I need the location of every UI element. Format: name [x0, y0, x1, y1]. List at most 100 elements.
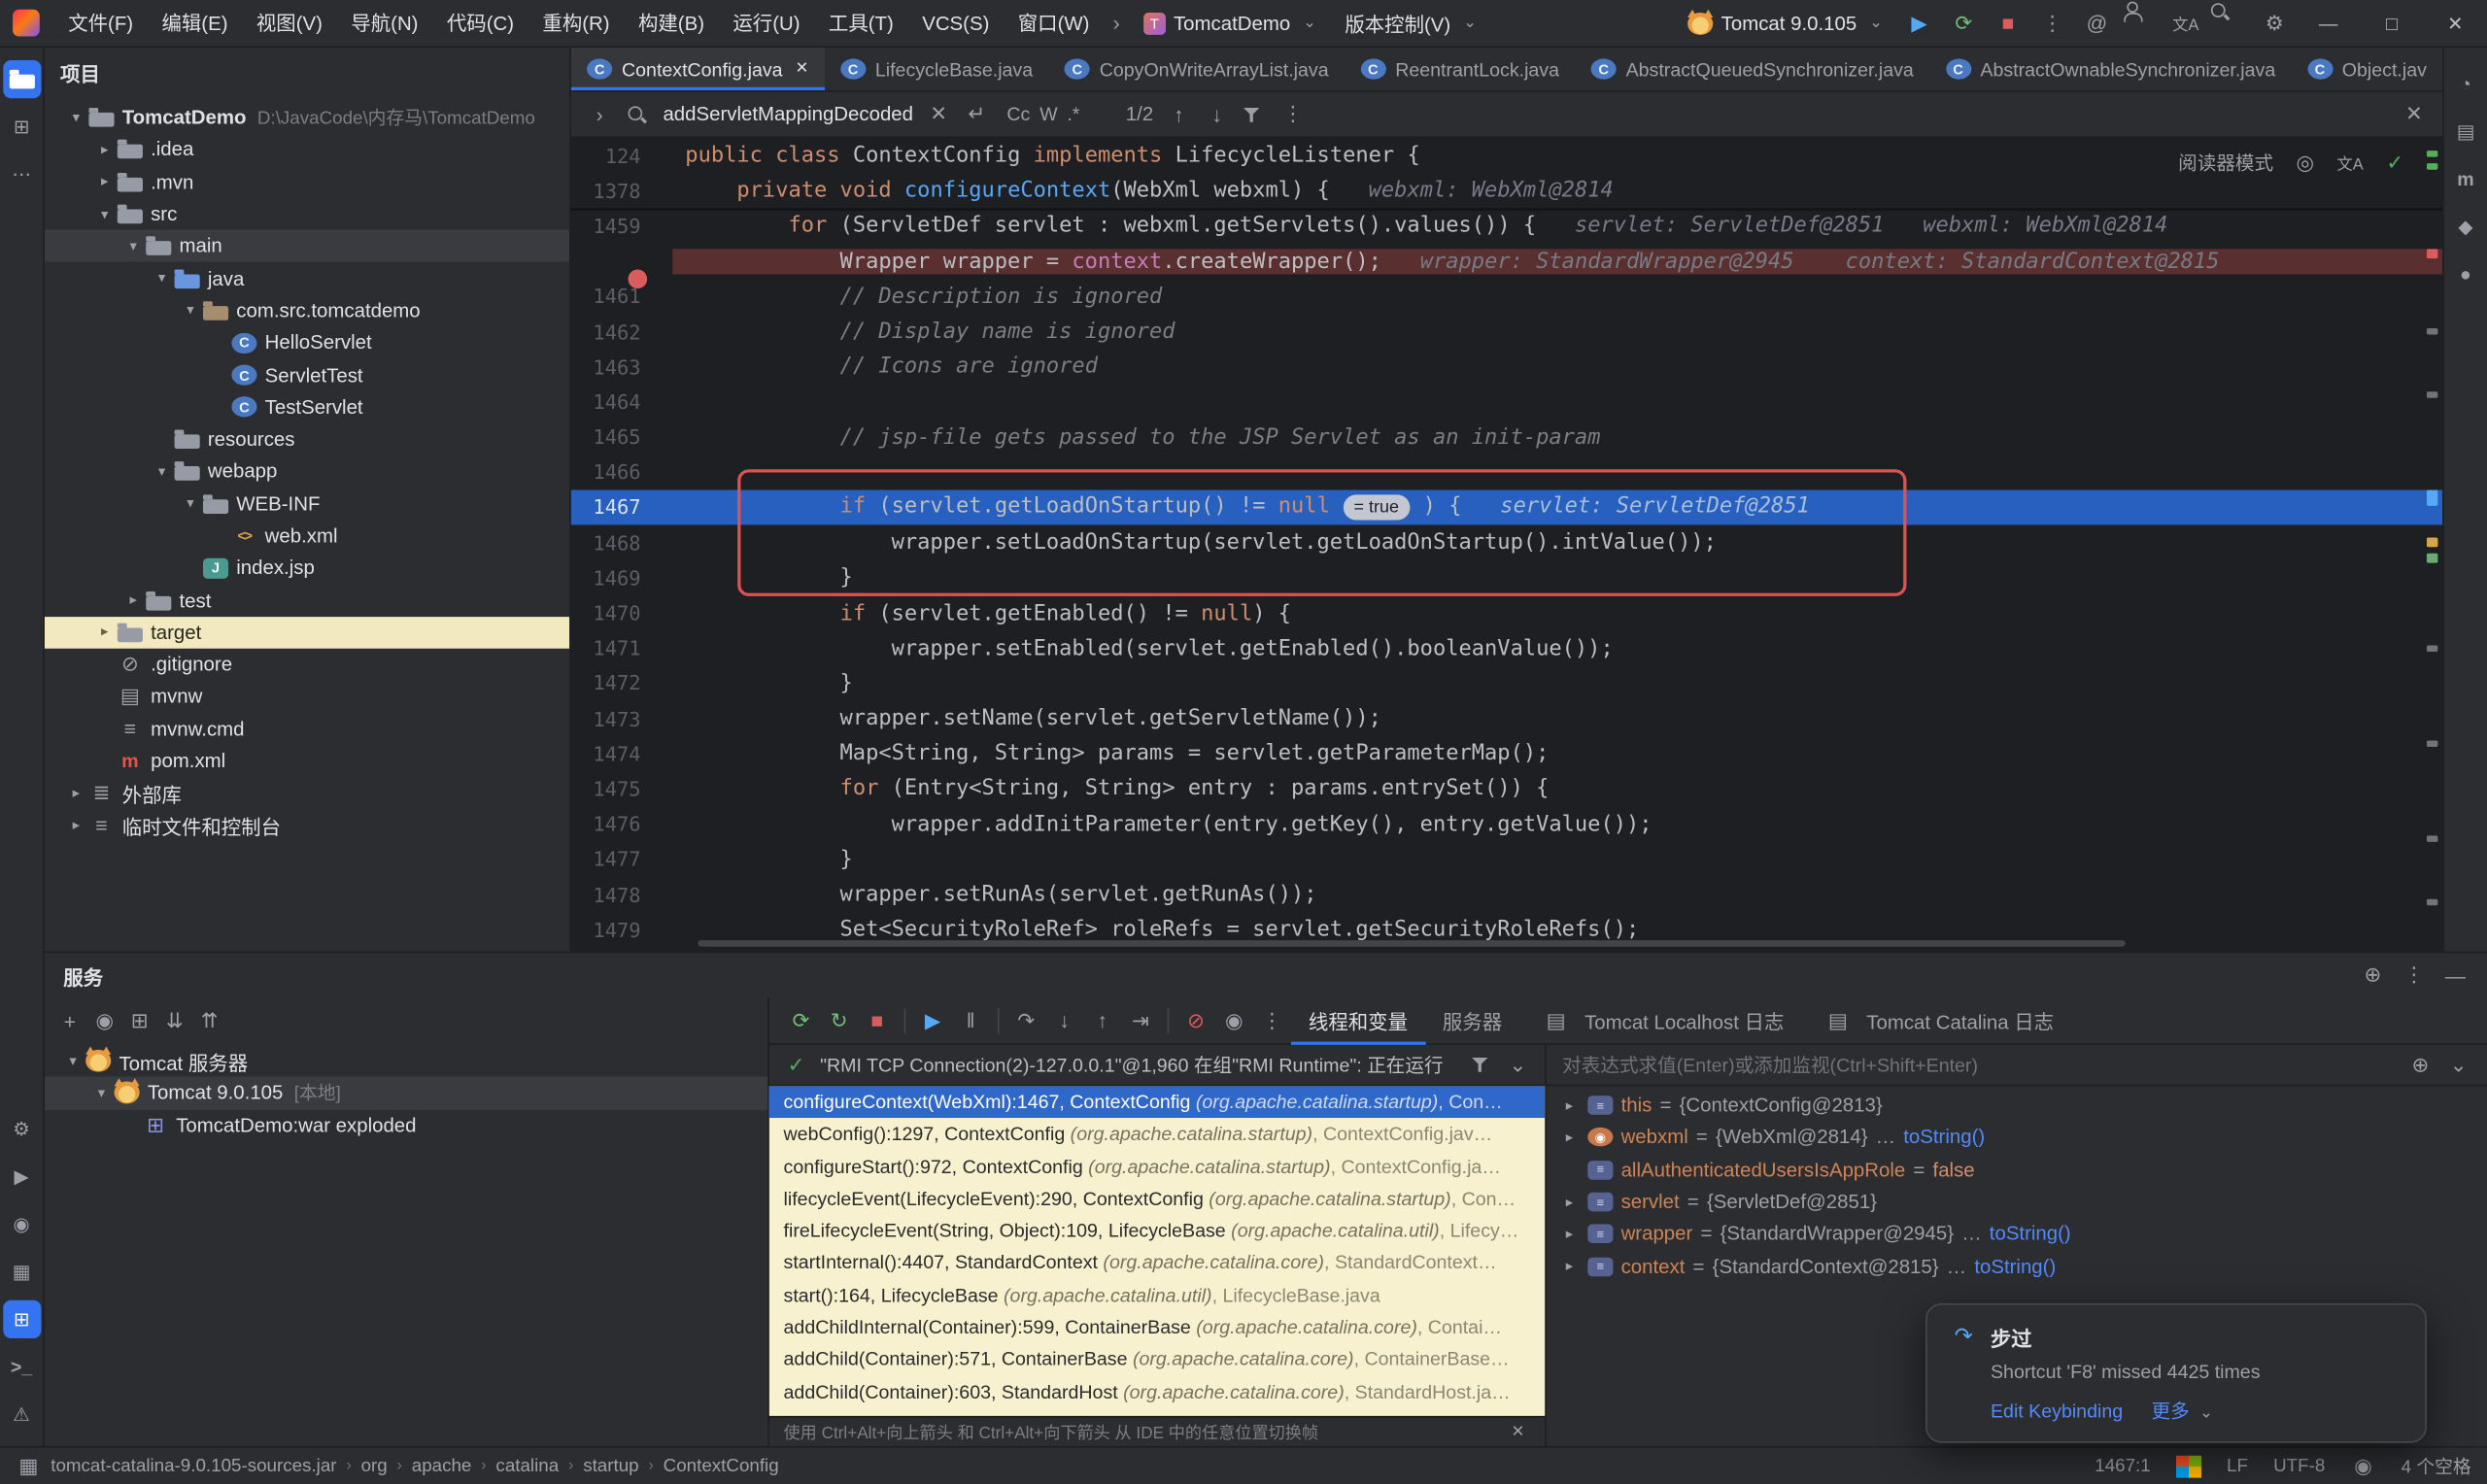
chevron-right-icon[interactable]: ▸ — [1559, 1258, 1580, 1275]
newline-icon[interactable]: ↵ — [964, 101, 989, 126]
step-over-button[interactable]: ↷ — [1007, 1001, 1045, 1039]
code-line[interactable]: 1469 } — [571, 560, 2443, 595]
project-panel-header[interactable]: 项目 — [45, 48, 569, 95]
hide-icon[interactable]: — — [2442, 962, 2468, 988]
chevron-down-icon[interactable]: ⌄ — [2446, 1052, 2471, 1077]
line-number[interactable]: 1467 — [571, 495, 672, 519]
rerun-button[interactable]: ⟳ — [782, 1001, 820, 1039]
chevron-down-icon[interactable]: ▾ — [92, 205, 118, 222]
search-input[interactable]: addServletMappingDecoded — [663, 103, 913, 125]
more-vertical-icon[interactable]: ⋮ — [2030, 0, 2075, 47]
tree-item[interactable]: ▸ ≣ 外部库 — [45, 777, 569, 809]
variable-row[interactable]: ▸ ≡ servlet = {ServletDef@2851} — [1547, 1186, 2487, 1218]
code-line[interactable]: 1467 if (servlet.getLoadOnStartup() != n… — [570, 489, 2443, 525]
breadcrumb-item[interactable]: startup — [583, 1457, 638, 1476]
debug-icon[interactable]: ◉ — [2, 1205, 40, 1243]
menu-item[interactable]: 编辑(E) — [148, 12, 242, 34]
menu-item[interactable]: 窗口(W) — [1004, 12, 1104, 34]
line-number[interactable]: 1473 — [571, 706, 672, 729]
update-app-button[interactable]: ↻ — [820, 1001, 858, 1039]
line-number[interactable]: 1472 — [571, 671, 672, 694]
tree-item[interactable]: ▸ .idea — [45, 134, 569, 166]
user-icon[interactable] — [2119, 0, 2163, 47]
editor-tab[interactable]: C CopyOnWriteArrayList.java — [1048, 48, 1344, 90]
stop-button[interactable]: ■ — [1986, 0, 2030, 47]
tree-item[interactable]: ▾ Tomcat 服务器 — [45, 1045, 767, 1077]
search-toggle[interactable]: Cc — [1002, 101, 1035, 126]
line-number[interactable]: 1459 — [571, 214, 672, 237]
tree-item[interactable]: C TestServlet — [45, 391, 569, 423]
more-horizontal-icon[interactable]: ⋯ — [2, 155, 40, 193]
menu-item[interactable]: 构建(B) — [624, 12, 718, 34]
clear-icon[interactable]: ✕ — [926, 101, 951, 126]
run-to-cursor-button[interactable]: ⇥ — [1121, 1001, 1159, 1039]
edit-keybinding-link[interactable]: Edit Keybinding — [1991, 1400, 2123, 1422]
code-editor[interactable]: 124 public class ContextConfig implements… — [570, 138, 2443, 952]
collapse-all-icon[interactable]: ⇈ — [196, 1008, 221, 1033]
tree-item[interactable]: ⊞ TomcatDemo:war exploded — [45, 1109, 767, 1141]
variable-row[interactable]: ▸ ◉ webxml = {WebXml@2814} … toString() — [1547, 1122, 2487, 1154]
tree-item[interactable]: Jindex.jsp — [45, 552, 569, 584]
maven-icon[interactable]: m — [2446, 160, 2484, 198]
code-line[interactable]: 1464 — [571, 385, 2443, 420]
line-number[interactable]: 1474 — [571, 742, 672, 765]
menu-item[interactable]: 代码(C) — [432, 12, 528, 34]
run-configuration-selector[interactable]: Tomcat 9.0.105 ⌄ — [1674, 8, 1897, 35]
services-icon[interactable]: ⊞ — [2, 1299, 41, 1338]
editor-tab[interactable]: C ReentrantLock.java — [1345, 48, 1575, 90]
line-number[interactable]: 1475 — [571, 777, 672, 800]
chevron-down-icon[interactable]: ▾ — [63, 109, 88, 126]
code-line[interactable]: 1466 — [571, 455, 2443, 489]
view-breakpoints-button[interactable]: ◉ — [1215, 1001, 1253, 1039]
line-number[interactable]: 1461 — [571, 285, 672, 308]
code-line[interactable]: 1472 } — [571, 665, 2443, 700]
debug-button[interactable]: ▶ — [1897, 0, 1942, 47]
reader-mode-button[interactable]: 阅读器模式 — [2178, 149, 2273, 176]
tree-item[interactable]: ▸ .mvn — [45, 166, 569, 198]
code-line[interactable]: 1463 // Icons are ignored — [571, 349, 2443, 384]
tree-item[interactable]: resources — [45, 423, 569, 455]
variable-row[interactable]: ≡ allAuthenticatedUsersIsAppRole = false — [1547, 1154, 2487, 1186]
line-number[interactable]: 1477 — [571, 847, 672, 870]
at-icon[interactable]: @ — [2075, 0, 2120, 47]
filter-icon[interactable] — [1470, 1055, 1495, 1075]
line-number[interactable]: 1471 — [571, 636, 672, 659]
editor-tab[interactable]: C AbstractQueuedSynchronizer.java — [1575, 48, 1929, 90]
minimize-button[interactable]: — — [2297, 0, 2360, 47]
stack-frame[interactable]: fireLifecycleEvent(String, Object):109, … — [769, 1215, 1545, 1247]
tree-item[interactable]: C ServletTest — [45, 359, 569, 391]
chevron-down-icon[interactable]: ▾ — [88, 1085, 114, 1102]
tostring-link[interactable]: toString() — [1903, 1127, 1985, 1149]
ai-assistant-icon[interactable]: ● — [2446, 255, 2484, 293]
tree-item[interactable]: ⊘ .gitignore — [45, 649, 569, 681]
line-number[interactable]: 1468 — [571, 530, 672, 554]
line-number[interactable]: 1478 — [571, 883, 672, 906]
indicator-icon[interactable]: ◉ — [2350, 1453, 2375, 1476]
search-toggle[interactable]: .* — [1062, 101, 1084, 126]
line-number[interactable]: 124 — [571, 144, 672, 167]
add-watch-icon[interactable]: ⊕ — [2407, 1052, 2433, 1077]
encoding-indicator[interactable]: UTF-8 — [2273, 1457, 2325, 1476]
gradle-icon[interactable]: ◆ — [2446, 208, 2484, 246]
breadcrumb-item[interactable]: org — [361, 1457, 388, 1476]
mute-breakpoints-button[interactable]: ⊘ — [1176, 1001, 1214, 1039]
editor-tab[interactable]: C Object.jav — [2292, 48, 2443, 90]
previous-match-icon[interactable]: ↑ — [1166, 101, 1191, 126]
chevron-down-icon[interactable]: ▾ — [178, 302, 203, 320]
step-out-button[interactable]: ↑ — [1083, 1001, 1121, 1039]
project-icon[interactable] — [2, 60, 41, 99]
tree-item[interactable]: ▾ main — [44, 230, 570, 263]
editor-tab[interactable]: C ContextConfig.java ✕ — [570, 47, 825, 91]
stack-frame[interactable]: start():164, LifecycleBase (org.apache.c… — [769, 1279, 1545, 1311]
code-line[interactable]: 1459 for (ServletDef servlet : webxml.ge… — [571, 208, 2443, 243]
stack-frame[interactable]: webConfig():1297, ContextConfig (org.apa… — [769, 1119, 1545, 1151]
menu-item[interactable]: 视图(V) — [242, 12, 336, 34]
chevron-right-icon[interactable]: ▸ — [1559, 1226, 1580, 1243]
terminal-icon[interactable]: >_ — [2, 1348, 40, 1386]
stack-frame[interactable]: configureStart():972, ContextConfig (org… — [769, 1151, 1545, 1183]
chevron-down-icon[interactable]: ▾ — [149, 463, 174, 481]
variable-row[interactable]: ▸ ≡ context = {StandardContext@2815} … toS… — [1547, 1250, 2487, 1282]
line-number[interactable]: 1469 — [571, 566, 672, 590]
chevron-right-icon[interactable]: ▸ — [63, 817, 88, 834]
stack-frame[interactable]: addChild(Container):603, StandardHost (o… — [769, 1376, 1545, 1408]
